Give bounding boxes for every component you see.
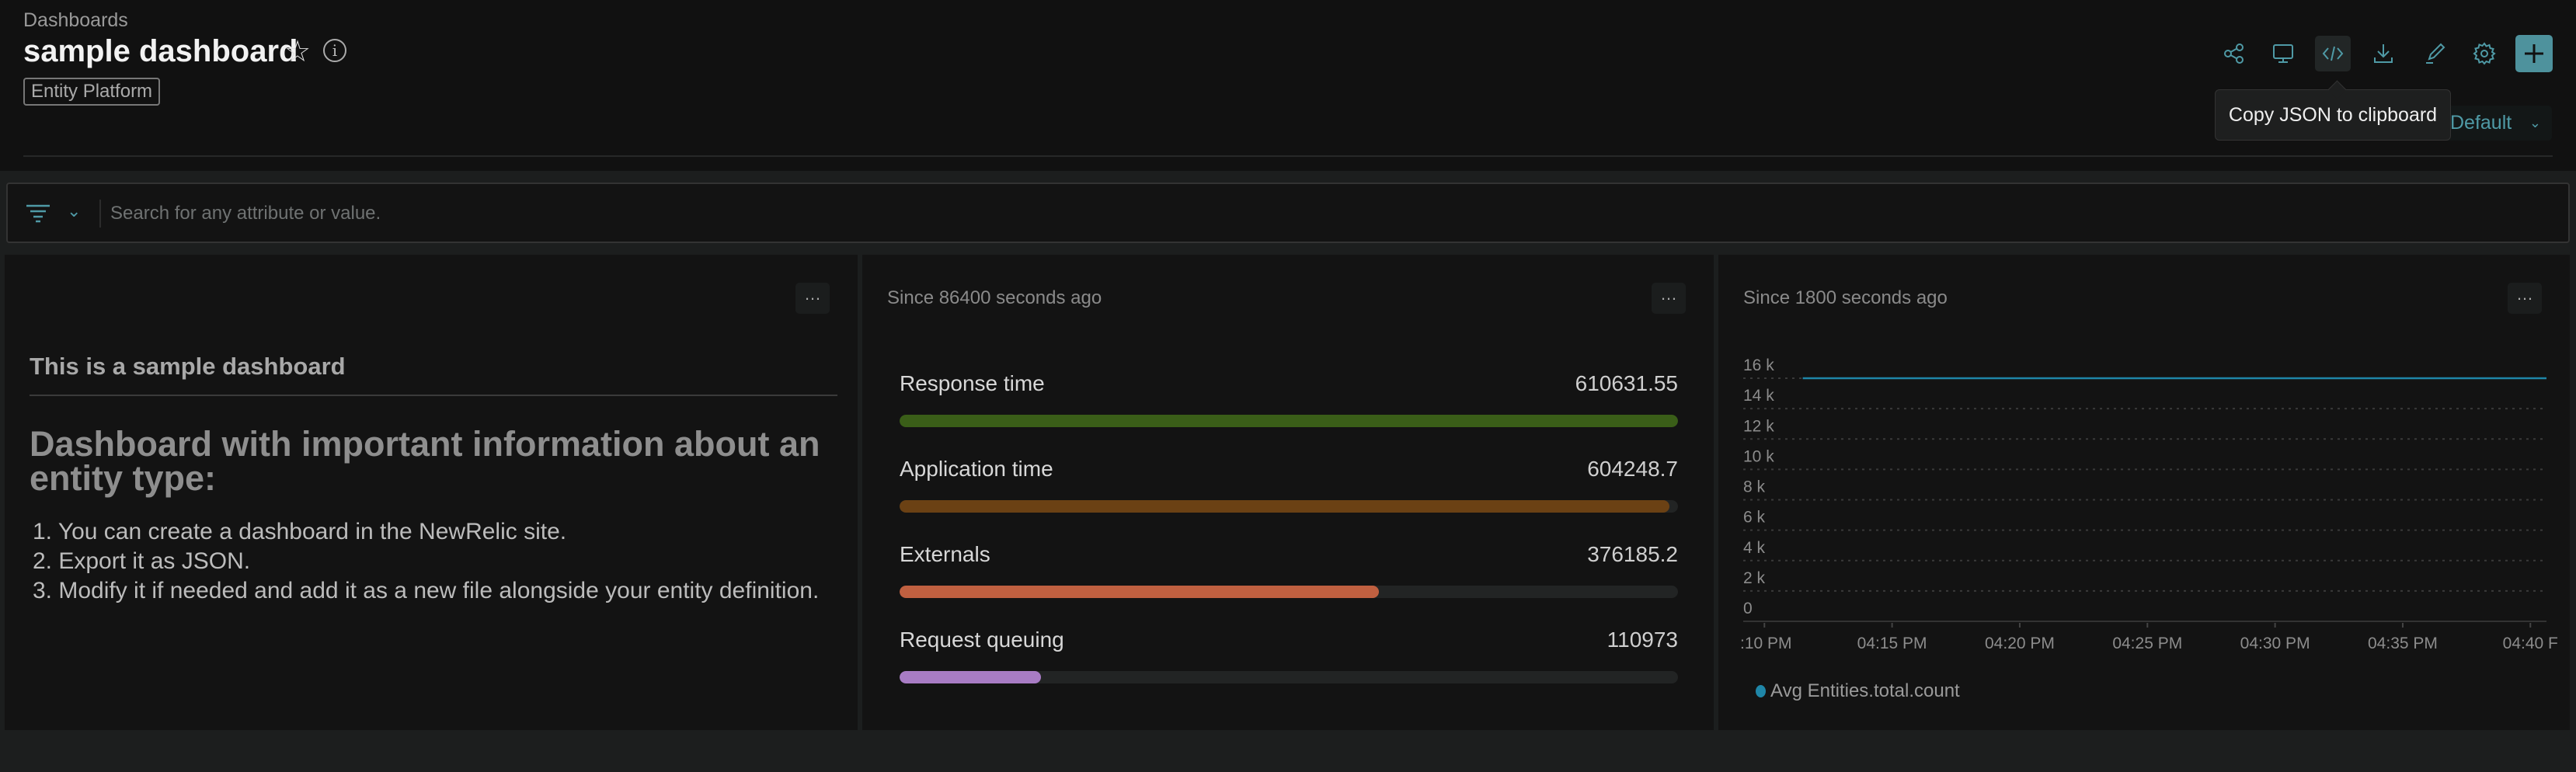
line-chart: 0 2 k 4 k 6 k 8 k 10 k 12 k 14 k 16 k :10 PM 04:15… <box>1740 356 2558 652</box>
share-icon[interactable] <box>2216 36 2252 71</box>
x-tick-label: 04:40 F <box>2503 635 2558 652</box>
chevron-down-icon: ⌄ <box>2529 115 2541 130</box>
bar-value: 610631.55 <box>1575 371 1678 395</box>
more-options-button[interactable]: … <box>1652 283 1686 314</box>
y-tick-label: 12 k <box>1743 417 1774 435</box>
bar-fill <box>900 500 1670 513</box>
bar-fill <box>900 671 1042 683</box>
bar-fill <box>900 586 1380 598</box>
bar-value: 604248.7 <box>1587 457 1678 481</box>
legend-swatch <box>1756 685 1766 697</box>
y-tick-label: 10 k <box>1743 447 1774 465</box>
y-tick-label: 16 k <box>1743 356 1774 374</box>
bar-value: 110973 <box>1607 628 1678 652</box>
bar-label: Application time <box>900 457 1053 481</box>
bar-label: Request queuing <box>900 628 1064 652</box>
bar-value: 376185.2 <box>1587 542 1678 566</box>
bar-widget: Since 86400 seconds ago … Response time … <box>862 255 1714 730</box>
markdown-heading: This is a sample dashboard <box>30 353 346 380</box>
y-tick-label: 0 <box>1743 600 1753 617</box>
bar-row: Response time 610631.55 <box>900 371 1678 433</box>
add-widget-button[interactable] <box>2515 35 2553 72</box>
widget-time-range: Since 86400 seconds ago <box>887 287 1102 308</box>
legend-label: Avg Entities.total.count <box>1770 680 1960 701</box>
breadcrumb[interactable]: Dashboards <box>23 9 128 32</box>
code-icon[interactable] <box>2315 36 2351 71</box>
entity-tag[interactable]: Entity Platform <box>23 78 161 106</box>
info-icon[interactable]: i <box>323 39 346 62</box>
x-tick-label: 04:15 PM <box>1857 635 1927 652</box>
gear-icon[interactable] <box>2466 36 2502 71</box>
markdown-list: 1. You can create a dashboard in the New… <box>33 517 825 606</box>
search-input[interactable] <box>110 195 2519 232</box>
timezone-label: Default <box>2450 112 2512 134</box>
y-tick-label: 14 k <box>1743 387 1774 405</box>
y-tick-label: 2 k <box>1743 569 1766 587</box>
bar-row: Application time 604248.7 <box>900 457 1678 519</box>
bar-fill <box>900 415 1678 427</box>
bar-label: Externals <box>900 542 990 566</box>
list-item: 3. Modify it if needed and add it as a n… <box>33 578 820 603</box>
bar-row: Externals 376185.2 <box>900 542 1678 604</box>
markdown-widget: … This is a sample dashboard Dashboard w… <box>5 255 858 730</box>
divider <box>23 155 2553 157</box>
y-tick-label: 4 k <box>1743 539 1766 557</box>
list-item: 2. Export it as JSON. <box>33 548 251 574</box>
bar-track <box>900 500 1678 513</box>
y-tick-label: 8 k <box>1743 478 1766 496</box>
pencil-icon[interactable] <box>2417 36 2452 71</box>
x-tick-label: 04:25 PM <box>2112 635 2182 652</box>
page-title: sample dashboard <box>23 34 298 68</box>
x-tick-label: :10 PM <box>1740 635 1792 652</box>
x-tick-label: 04:30 PM <box>2240 635 2310 652</box>
bar-track <box>900 415 1678 427</box>
x-tick-label: 04:20 PM <box>1985 635 2055 652</box>
filter-bar: ⌄ <box>6 183 2570 243</box>
filter-icon[interactable] <box>25 204 51 223</box>
list-item: 1. You can create a dashboard in the New… <box>33 519 567 544</box>
y-tick-label: 6 k <box>1743 509 1766 527</box>
bar-label: Response time <box>900 371 1045 395</box>
divider <box>99 200 101 228</box>
tv-mode-icon[interactable] <box>2265 36 2301 71</box>
legend-item[interactable]: Avg Entities.total.count <box>1756 680 1960 702</box>
bar-track <box>900 586 1678 598</box>
line-chart-widget: Since 1800 seconds ago … 02 k4 k6 k8 k 10… <box>1718 255 2570 730</box>
page-header: Dashboards sample dashboard ☆ i Entity P… <box>0 0 2576 171</box>
tooltip: Copy JSON to clipboard <box>2215 89 2451 141</box>
markdown-title: Dashboard with important information abo… <box>30 424 820 498</box>
download-icon[interactable] <box>2365 36 2401 71</box>
more-options-button[interactable]: … <box>795 283 830 314</box>
bar-row: Request queuing 110973 <box>900 628 1678 690</box>
chevron-down-icon[interactable]: ⌄ <box>67 201 81 221</box>
star-icon[interactable]: ☆ <box>284 34 311 69</box>
x-tick-label: 04:35 PM <box>2368 635 2438 652</box>
bar-track <box>900 671 1678 683</box>
divider <box>30 395 837 396</box>
